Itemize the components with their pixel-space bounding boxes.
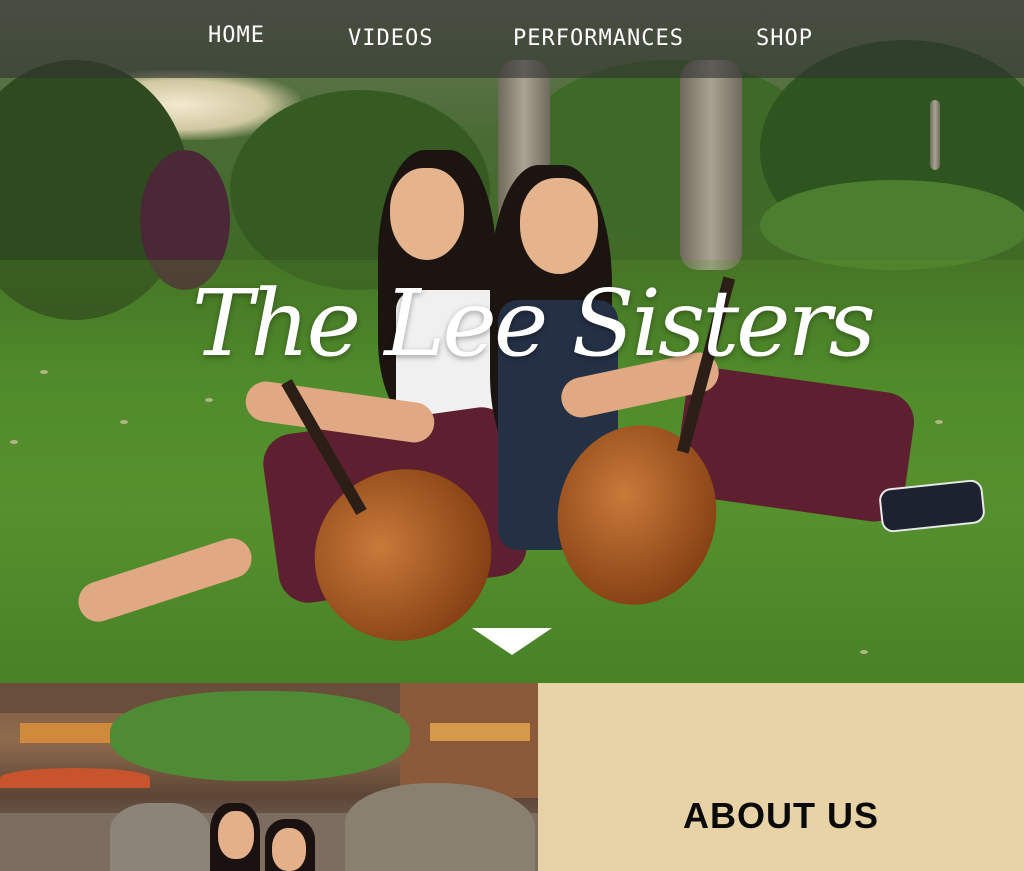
nav-item-home[interactable]: HOME: [208, 0, 265, 75]
leaf: [205, 398, 213, 402]
hero-section: The Lee Sisters: [0, 0, 1024, 683]
about-panel: ABOUT US: [538, 683, 1024, 871]
bush: [760, 180, 1024, 270]
about-photo: [0, 683, 538, 871]
leaf: [10, 440, 18, 444]
leaf: [860, 650, 868, 654]
tree-trunk: [930, 100, 940, 170]
about-title: ABOUT US: [683, 795, 879, 836]
top-navbar: HOME VIDEOS PERFORMANCES SHOP: [0, 0, 1024, 78]
tree-trunk: [680, 60, 742, 270]
nav-item-videos[interactable]: VIDEOS: [348, 0, 433, 78]
leaf: [40, 370, 48, 374]
hero-title: The Lee Sisters: [192, 270, 876, 377]
leaf: [120, 420, 128, 424]
nav-item-performances[interactable]: PERFORMANCES: [513, 0, 684, 78]
triangle-down-icon[interactable]: [472, 628, 552, 655]
leaf: [935, 420, 943, 424]
nav-item-shop[interactable]: SHOP: [756, 0, 813, 78]
